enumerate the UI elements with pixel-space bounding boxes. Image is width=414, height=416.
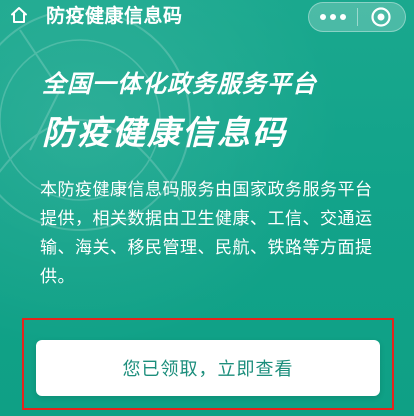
- target-circle-icon: [371, 7, 391, 27]
- home-icon: [11, 7, 27, 23]
- home-button[interactable]: [4, 1, 34, 29]
- close-button[interactable]: [358, 3, 406, 31]
- more-dots-icon: [319, 14, 346, 20]
- more-button[interactable]: [309, 3, 357, 31]
- page-title: 防疫健康信息码: [46, 5, 183, 27]
- platform-subtitle: 全国一体化政务服务平台: [42, 70, 317, 98]
- miniprogram-capsule: [308, 2, 406, 32]
- service-headline: 防疫健康信息码: [42, 113, 287, 152]
- top-navigation-bar: 防疫健康信息码: [0, 0, 414, 32]
- view-code-button[interactable]: 您已领取，立即查看: [36, 340, 380, 396]
- service-description: 本防疫健康信息码服务由国家政务服务平台提供，相关数据由卫生健康、工信、交通运输、…: [40, 180, 373, 287]
